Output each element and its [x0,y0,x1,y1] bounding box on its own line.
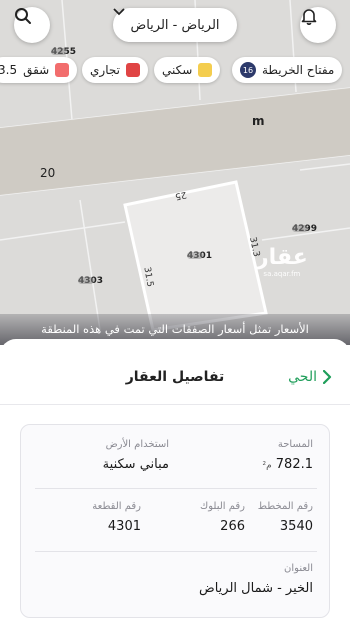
block-no-field: رقم البلوك 266 [200,501,245,534]
land-use-value: مباني سكنية [102,457,169,472]
watermark-domain: sa.aqar.fm [263,270,301,278]
commercial-swatch [125,63,140,77]
land-use-label: استخدام الأرض [105,439,169,450]
legend-residential-chip[interactable]: سكني [154,57,221,83]
aqar-watermark: عقار sa.aqar.fm [256,245,308,279]
city-name: الرياض - الرياض [130,17,220,33]
road-width-label: 20 [40,166,56,180]
plot-no-value: 4301 [107,519,141,534]
plot-no-label: رقم القطعة [92,501,141,512]
parcel-4255-label[interactable]: 4255 [51,47,76,57]
legend-apartments-label: شقق [23,63,50,77]
block-no-value: 266 [220,519,245,534]
watermark-name: عقار [256,245,308,270]
parcel-4303-label[interactable]: 4303 [78,276,103,286]
bell-icon [301,9,317,25]
apartments-swatch [55,63,70,77]
area-value-wrap: 782.1 م² [262,457,313,472]
city-selector[interactable]: الرياض - الرياض [113,8,237,42]
plot-no-field: رقم القطعة 4301 [92,501,141,534]
area-label: المساحة [277,439,313,450]
chevron-down-icon [113,8,125,16]
address-value: الخير - شمال الرياض [198,581,313,596]
plan-no-field: رقم المخطط 3540 [258,501,313,534]
area-field: المساحة 782.1 م² [262,439,313,472]
land-use-field: استخدام الأرض مباني سكنية [103,439,169,472]
plan-no-value: 3540 [279,519,313,534]
parcel-4301-label[interactable]: 4301 [187,251,212,261]
divider [35,488,317,489]
road-m-label: m [252,114,265,128]
search-icon [15,8,31,24]
area-value: 782.1 [275,457,313,472]
legend-apartments-chip[interactable]: شقق 3.5 [0,57,78,83]
residential-swatch [198,63,213,77]
area-unit: م² [262,461,272,471]
parcel-4299-label[interactable]: 4299 [292,224,317,234]
map-key-count: 16 [240,62,256,78]
sheet-header: الحي تفاصيل العقار [0,339,350,405]
legend-commercial-label: تجاري [90,63,120,77]
property-info-card: المساحة 782.1 م² استخدام الأرض مباني سكن… [20,424,330,618]
map-key-label: مفتاح الخريطة [262,63,335,77]
property-details-sheet: الحي تفاصيل العقار المساحة 782.1 م² استخ… [0,339,350,627]
search-button[interactable] [14,7,50,43]
block-no-label: رقم البلوك [199,501,245,512]
notifications-button[interactable] [300,7,336,43]
legend-commercial-chip[interactable]: تجاري [82,57,148,83]
map-key-chip[interactable]: مفتاح الخريطة 16 [232,57,343,83]
address-field: العنوان الخير - شمال الرياض [199,563,313,596]
plan-no-label: رقم المخطط [257,501,313,512]
divider [35,551,317,552]
map-view[interactable]: 20 m 25 31.3 31.5 4255 4299 4301 4303 ال… [0,0,350,345]
address-label: العنوان [284,563,313,574]
legend-apartments-count: 3.5 [0,63,18,77]
legend-residential-label: سكني [162,63,193,77]
sheet-title: تفاصيل العقار [125,369,225,385]
